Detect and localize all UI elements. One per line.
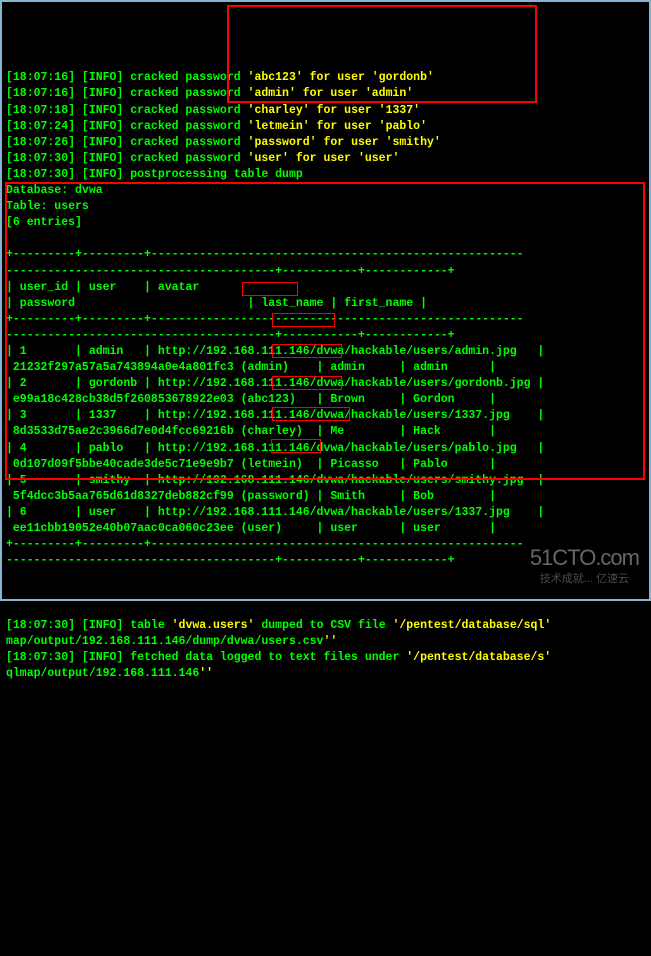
table-line: ---------------------------------------+… xyxy=(6,328,645,344)
table-line: | 3 | 1337 | http://192.168.111.146/dvwa… xyxy=(6,408,645,424)
table-line: | 5 | smithy | http://192.168.111.146/dv… xyxy=(6,473,645,489)
table-line: | 2 | gordonb | http://192.168.111.146/d… xyxy=(6,376,645,392)
log-line: [18:07:18] [INFO] cracked password 'char… xyxy=(6,103,645,119)
table-line: ---------------------------------------+… xyxy=(6,553,645,569)
table-line: 5f4dcc3b5aa765d61d8327deb882cf99 (passwo… xyxy=(6,489,645,505)
table-line: 21232f297a57a5a743894a0e4a801fc3 (admin)… xyxy=(6,360,645,376)
table-line: +---------+---------+-------------------… xyxy=(6,537,645,553)
table-line: e99a18c428cb38d5f260853678922e03 (abc123… xyxy=(6,392,645,408)
table-line: 8d3533d75ae2c3966d7e0d4fcc69216b (charle… xyxy=(6,424,645,440)
footer-log-line: qlmap/output/192.168.111.146'' xyxy=(6,666,645,682)
footer-log-block: [18:07:30] [INFO] table 'dvwa.users' dum… xyxy=(6,618,645,682)
users-table-block: +---------+---------+-------------------… xyxy=(6,247,645,569)
footer-log-line: map/output/192.168.111.146/dump/dvwa/use… xyxy=(6,634,645,650)
table-line: | 4 | pablo | http://192.168.111.146/dvw… xyxy=(6,441,645,457)
table-line: +---------+---------+-------------------… xyxy=(6,312,645,328)
log-line: [18:07:30] [INFO] postprocessing table d… xyxy=(6,167,645,183)
table-line: | user_id | user | avatar xyxy=(6,280,645,296)
table-line: +---------+---------+-------------------… xyxy=(6,247,645,263)
log-line: [18:07:26] [INFO] cracked password 'pass… xyxy=(6,135,645,151)
footer-log-line: [18:07:30] [INFO] table 'dvwa.users' dum… xyxy=(6,618,645,634)
cracked-passwords-block: [18:07:16] [INFO] cracked password 'abc1… xyxy=(6,70,645,231)
log-line: Database: dvwa xyxy=(6,183,645,199)
log-line: [18:07:16] [INFO] cracked password 'admi… xyxy=(6,86,645,102)
table-line: 0d107d09f5bbe40cade3de5c71e9e9b7 (letmei… xyxy=(6,457,645,473)
blank-line xyxy=(6,585,645,601)
log-line: [6 entries] xyxy=(6,215,645,231)
log-line: [18:07:16] [INFO] cracked password 'abc1… xyxy=(6,70,645,86)
log-line: [18:07:24] [INFO] cracked password 'letm… xyxy=(6,119,645,135)
table-line: | 6 | user | http://192.168.111.146/dvwa… xyxy=(6,505,645,521)
log-line: Table: users xyxy=(6,199,645,215)
log-line: [18:07:30] [INFO] cracked password 'user… xyxy=(6,151,645,167)
table-line: ee11cbb19052e40b07aac0ca060c23ee (user) … xyxy=(6,521,645,537)
table-line: | 1 | admin | http://192.168.111.146/dvw… xyxy=(6,344,645,360)
table-line: | password | last_name | first_name | xyxy=(6,296,645,312)
table-line: ---------------------------------------+… xyxy=(6,264,645,280)
footer-log-line: [18:07:30] [INFO] fetched data logged to… xyxy=(6,650,645,666)
